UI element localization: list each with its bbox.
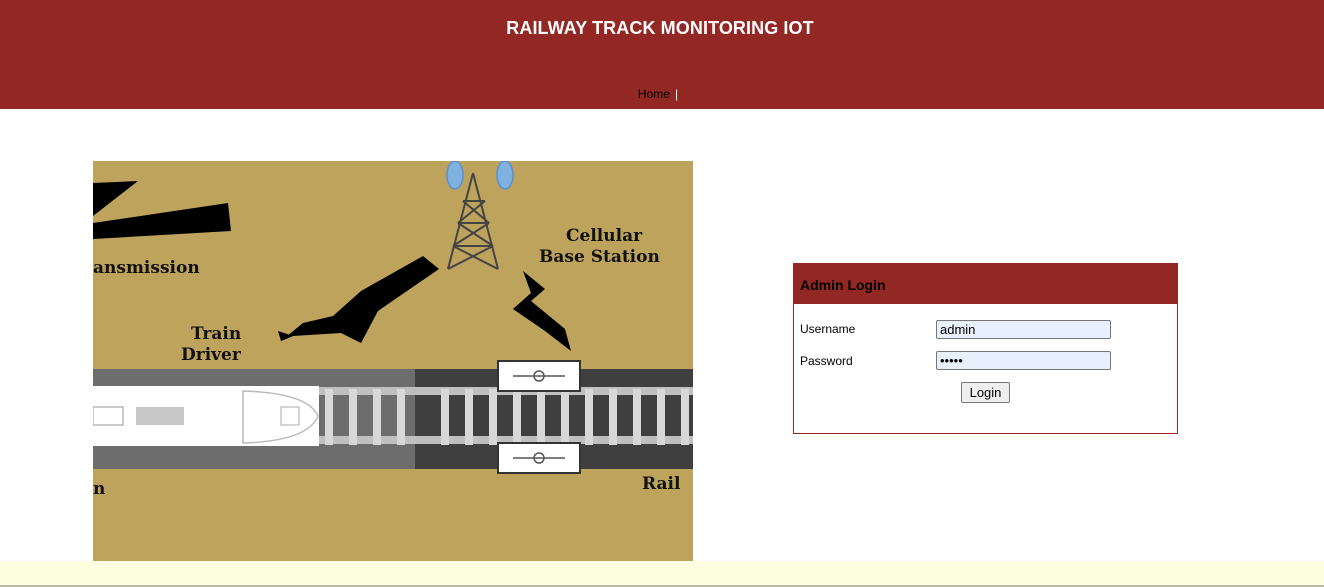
- cellular-label-line2: Base Station: [539, 247, 660, 267]
- nav-separator: |: [674, 87, 679, 101]
- signal-bolt-icon: [281, 256, 439, 343]
- cellular-label-line1: Cellular: [566, 226, 643, 246]
- header-bar: RAILWAY TRACK MONITORING IOT Home |: [0, 0, 1324, 109]
- username-label: Username: [800, 322, 856, 336]
- train-icon: [93, 386, 319, 446]
- train-driver-label-line2: Driver: [181, 345, 242, 365]
- left-bottom-label: n: [93, 479, 105, 499]
- train-driver-label-line1: Train: [191, 324, 241, 344]
- site-title: RAILWAY TRACK MONITORING IOT: [506, 18, 814, 38]
- password-input[interactable]: [936, 351, 1111, 370]
- transmission-label: ansmission: [93, 258, 200, 278]
- login-button[interactable]: Login: [961, 382, 1010, 403]
- railway-monitoring-illustration: ansmission Cellular Base Station Train D…: [93, 161, 693, 561]
- rail-label: Rail: [642, 474, 681, 494]
- nav-home-link[interactable]: Home: [638, 87, 670, 101]
- login-heading: Admin Login: [794, 264, 1177, 304]
- top-nav: Home |: [0, 87, 1316, 101]
- password-label: Password: [800, 354, 853, 368]
- username-input[interactable]: [936, 320, 1111, 339]
- footer-bar: [0, 561, 1324, 587]
- admin-login-panel: Admin Login Username Password Login: [793, 263, 1178, 434]
- lightning-bolt-icon: [93, 181, 138, 216]
